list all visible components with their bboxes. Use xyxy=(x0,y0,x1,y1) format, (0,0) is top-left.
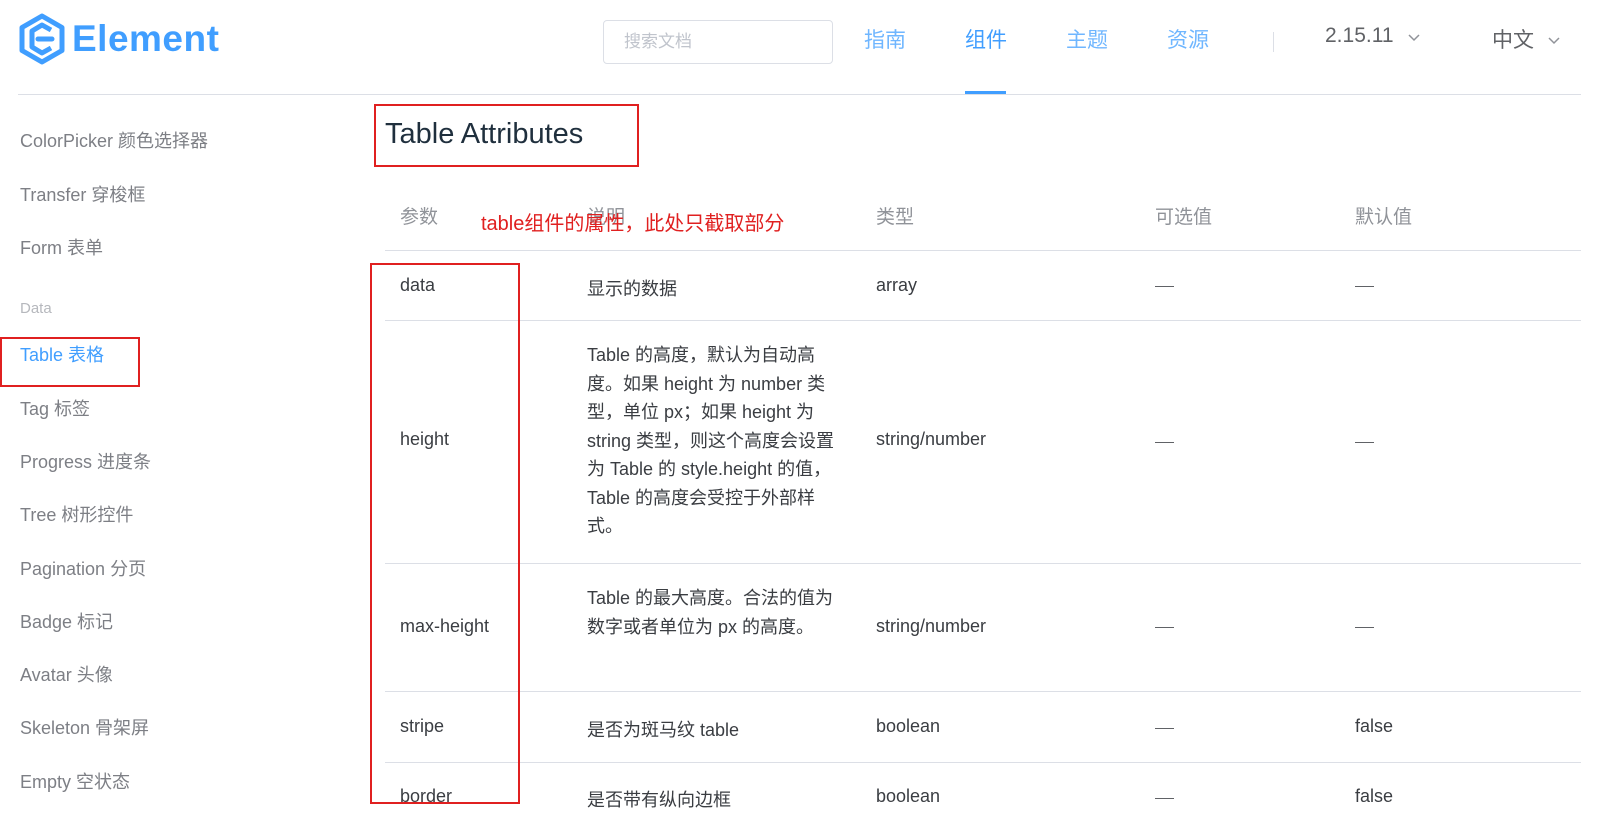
cell-options-dash xyxy=(1155,286,1174,287)
cell-options-dash xyxy=(1155,798,1174,799)
language-label: 中文 xyxy=(1492,29,1534,52)
column-header-param: 参数 xyxy=(400,207,439,228)
nav-resource[interactable]: 资源 xyxy=(1167,24,1209,54)
sidebar-item-empty[interactable]: Empty 空状态 xyxy=(20,768,130,794)
cell-options-dash xyxy=(1155,442,1174,443)
version-label: 2.15.11 xyxy=(1325,24,1394,47)
cell-desc: 是否为斑马纹 table xyxy=(587,720,740,740)
table-divider xyxy=(385,563,1581,564)
cell-type: string/number xyxy=(876,429,987,449)
nav-divider xyxy=(1273,32,1274,52)
nav-component[interactable]: 组件 xyxy=(965,24,1007,54)
sidebar-item-pagination[interactable]: Pagination 分页 xyxy=(20,555,146,581)
element-hexagon-icon xyxy=(19,13,65,65)
column-header-options: 可选值 xyxy=(1155,207,1213,228)
cell-default-dash xyxy=(1355,286,1374,287)
cell-desc: Table 的高度，默认为自动高度。如果 height 为 number 类型，… xyxy=(587,345,835,536)
nav-theme[interactable]: 主题 xyxy=(1066,24,1108,54)
sidebar-item-progress[interactable]: Progress 进度条 xyxy=(20,448,151,474)
cell-default-dash xyxy=(1355,442,1374,443)
annotation-box-sidebar xyxy=(0,337,140,387)
version-dropdown[interactable]: 2.15.11 xyxy=(1325,24,1420,48)
sidebar-item-colorpicker[interactable]: ColorPicker 颜色选择器 xyxy=(20,127,208,153)
sidebar-item-skeleton[interactable]: Skeleton 骨架屏 xyxy=(20,714,149,740)
cell-options-dash xyxy=(1155,627,1174,628)
table-divider xyxy=(385,762,1581,763)
annotation-note: table组件的属性，此处只截取部分 xyxy=(481,213,785,235)
cell-desc: Table 的最大高度。合法的值为数字或者单位为 px 的高度。 xyxy=(587,588,834,637)
annotation-box-params xyxy=(370,263,520,804)
table-divider xyxy=(385,691,1581,692)
cell-type: string/number xyxy=(876,616,987,636)
sidebar-item-avatar[interactable]: Avatar 头像 xyxy=(20,661,113,687)
language-dropdown[interactable]: 中文 xyxy=(1492,24,1560,54)
cell-type: boolean xyxy=(876,786,941,806)
search-input[interactable] xyxy=(603,20,833,64)
cell-options-dash xyxy=(1155,728,1174,729)
nav-guide[interactable]: 指南 xyxy=(864,24,906,54)
cell-default: false xyxy=(1355,716,1394,736)
top-header: Element 指南 组件 主题 资源 2.15.11 中文 xyxy=(0,0,1599,95)
cell-desc: 显示的数据 xyxy=(587,279,677,299)
sidebar-group-data: Data xyxy=(20,300,52,317)
cell-default-dash xyxy=(1355,627,1374,628)
cell-type: array xyxy=(876,275,918,295)
brand-logo[interactable]: Element xyxy=(18,12,219,66)
sidebar-item-form[interactable]: Form 表单 xyxy=(20,234,103,260)
sidebar: ColorPicker 颜色选择器 Transfer 穿梭框 Form 表单 D… xyxy=(0,95,340,833)
chevron-down-icon xyxy=(1407,24,1420,48)
annotation-box-title xyxy=(374,104,639,167)
brand-name: Element xyxy=(72,18,220,59)
column-header-default: 默认值 xyxy=(1355,207,1413,228)
sidebar-item-badge[interactable]: Badge 标记 xyxy=(20,608,113,634)
chevron-down-icon xyxy=(1548,27,1560,51)
sidebar-item-transfer[interactable]: Transfer 穿梭框 xyxy=(20,181,145,207)
sidebar-item-tag[interactable]: Tag 标签 xyxy=(20,395,90,421)
sidebar-item-tree[interactable]: Tree 树形控件 xyxy=(20,501,133,527)
table-divider xyxy=(385,320,1581,321)
cell-desc: 是否带有纵向边框 xyxy=(587,790,731,810)
table-divider xyxy=(385,250,1581,251)
cell-type: boolean xyxy=(876,716,941,736)
column-header-type: 类型 xyxy=(876,207,915,228)
cell-default: false xyxy=(1355,786,1394,806)
